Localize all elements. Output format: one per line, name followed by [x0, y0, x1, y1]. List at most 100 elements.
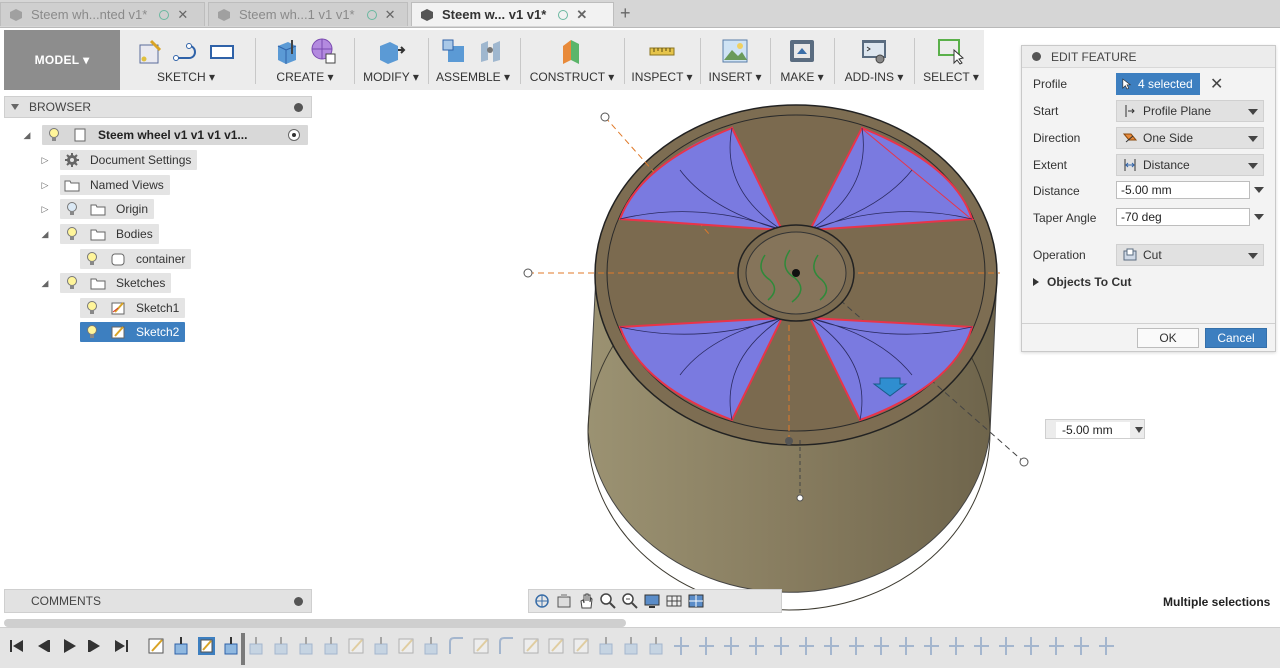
- distance-manipulator-input[interactable]: -5.00 mm: [1045, 419, 1145, 439]
- bodies-node[interactable]: Bodies: [60, 224, 159, 244]
- tree-item-named-views[interactable]: ▷ Named Views: [40, 175, 170, 195]
- grid-settings-icon[interactable]: [665, 592, 683, 610]
- direction-dropdown[interactable]: One Side: [1116, 127, 1264, 149]
- grip-point[interactable]: [796, 494, 804, 502]
- distance-manipulator-value[interactable]: -5.00 mm: [1056, 422, 1130, 438]
- pan-hand-icon[interactable]: [577, 592, 595, 610]
- make-group[interactable]: MAKE ▾: [774, 30, 830, 90]
- new-component-icon[interactable]: [440, 36, 470, 66]
- play-icon[interactable]: [60, 637, 78, 655]
- chevron-down-icon[interactable]: [1254, 214, 1264, 220]
- collapse-arrow-icon[interactable]: ◢: [40, 229, 50, 239]
- edit-feature-header[interactable]: EDIT FEATURE: [1022, 46, 1275, 68]
- timeline-extrude-icon[interactable]: [273, 636, 290, 656]
- timeline-move-icon[interactable]: [973, 636, 990, 656]
- distance-input[interactable]: -5.00 mm: [1116, 181, 1250, 199]
- chevron-down-icon[interactable]: [1254, 187, 1264, 193]
- timeline-extrude-icon[interactable]: [648, 636, 665, 656]
- expand-arrow-icon[interactable]: ▷: [40, 180, 50, 190]
- comments-panel-header[interactable]: COMMENTS: [4, 589, 312, 613]
- timeline-extrude-icon[interactable]: [423, 636, 440, 656]
- timeline-extrude-icon[interactable]: [248, 636, 265, 656]
- operation-dropdown[interactable]: Cut: [1116, 244, 1264, 266]
- timeline-fillet-icon[interactable]: [498, 636, 515, 656]
- timeline-move-icon[interactable]: [1073, 636, 1090, 656]
- timeline-move-icon[interactable]: [823, 636, 840, 656]
- visibility-bulb-icon[interactable]: [84, 324, 100, 340]
- horizontal-scrollbar[interactable]: [4, 619, 626, 627]
- profile-selection-button[interactable]: 4 selected: [1116, 73, 1200, 95]
- timeline-extrude-icon[interactable]: [623, 636, 640, 656]
- clear-selection-icon[interactable]: ✕: [1210, 74, 1223, 94]
- dialog-collapse-icon[interactable]: [1032, 52, 1041, 61]
- visibility-bulb-icon[interactable]: [84, 251, 100, 267]
- tree-root-row[interactable]: ◢ Steem wheel v1 v1 v1 v1...: [22, 125, 308, 145]
- select-group[interactable]: SELECT ▾: [918, 30, 984, 90]
- timeline-marker[interactable]: [241, 633, 245, 665]
- collapse-triangle-icon[interactable]: [11, 104, 19, 110]
- objects-to-cut-section[interactable]: Objects To Cut: [1033, 275, 1131, 289]
- insert-image-icon[interactable]: [720, 36, 750, 66]
- timeline-move-icon[interactable]: [948, 636, 965, 656]
- timeline-move-icon[interactable]: [698, 636, 715, 656]
- document-tab-3[interactable]: Steem w... v1 v1* ✕: [411, 2, 614, 26]
- visibility-bulb-icon[interactable]: [64, 201, 80, 217]
- timeline-sketch-icon[interactable]: [523, 636, 540, 656]
- close-tab-icon[interactable]: ✕: [177, 7, 188, 23]
- timeline-move-icon[interactable]: [898, 636, 915, 656]
- origin-point[interactable]: [792, 269, 800, 277]
- new-tab-button[interactable]: +: [620, 3, 631, 24]
- inspect-group[interactable]: INSPECT ▾: [628, 30, 696, 90]
- timeline-move-icon[interactable]: [723, 636, 740, 656]
- grip-point[interactable]: [1019, 457, 1029, 467]
- visibility-bulb-icon[interactable]: [64, 226, 80, 242]
- display-settings-icon[interactable]: [643, 592, 661, 610]
- chevron-down-icon[interactable]: [1135, 427, 1143, 433]
- line-icon[interactable]: [171, 36, 201, 66]
- step-forward-icon[interactable]: [86, 637, 104, 655]
- collapse-arrow-icon[interactable]: ◢: [22, 130, 32, 140]
- tree-item-container[interactable]: container: [78, 249, 192, 269]
- close-tab-icon[interactable]: ✕: [385, 7, 396, 23]
- scripts-icon[interactable]: [859, 36, 889, 66]
- joint-icon[interactable]: [476, 36, 506, 66]
- workspace-switcher[interactable]: MODEL ▾: [4, 30, 120, 90]
- select-icon[interactable]: [936, 36, 966, 66]
- timeline-move-icon[interactable]: [748, 636, 765, 656]
- timeline-sketch-icon[interactable]: [573, 636, 590, 656]
- timeline-sketch-icon[interactable]: [148, 636, 165, 656]
- create-sketch-icon[interactable]: [135, 36, 165, 66]
- timeline-sketch-icon[interactable]: [548, 636, 565, 656]
- visibility-bulb-icon[interactable]: [46, 127, 62, 143]
- offset-plane-icon[interactable]: [557, 36, 587, 66]
- timeline-move-icon[interactable]: [848, 636, 865, 656]
- panel-toggle-icon[interactable]: [294, 103, 303, 112]
- add-comment-icon[interactable]: [294, 597, 303, 606]
- grip-point[interactable]: [600, 112, 610, 122]
- tree-root-node[interactable]: Steem wheel v1 v1 v1 v1...: [42, 125, 308, 145]
- 3d-print-icon[interactable]: [787, 36, 817, 66]
- sketch2-node[interactable]: Sketch2: [80, 322, 186, 342]
- viewports-icon[interactable]: [687, 592, 705, 610]
- taper-angle-input[interactable]: -70 deg: [1116, 208, 1250, 226]
- timeline-fillet-icon[interactable]: [448, 636, 465, 656]
- timeline-move-icon[interactable]: [1048, 636, 1065, 656]
- timeline-extrude-icon[interactable]: [373, 636, 390, 656]
- timeline-move-icon[interactable]: [1098, 636, 1115, 656]
- extrude-icon[interactable]: [272, 36, 302, 66]
- timeline-extrude-icon[interactable]: [223, 636, 240, 656]
- container-body-node[interactable]: container: [80, 249, 192, 269]
- timeline-move-icon[interactable]: [1023, 636, 1040, 656]
- assemble-group[interactable]: ASSEMBLE ▾: [432, 30, 514, 90]
- document-tab-1[interactable]: Steem wh...nted v1* ✕: [0, 2, 205, 26]
- tree-item-sketch1[interactable]: Sketch1: [78, 298, 186, 318]
- timeline-sketch-icon[interactable]: [198, 636, 215, 656]
- tree-item-sketches[interactable]: ◢ Sketches: [40, 273, 172, 293]
- timeline-move-icon[interactable]: [798, 636, 815, 656]
- orbit-icon[interactable]: [533, 592, 551, 610]
- look-at-icon[interactable]: [555, 592, 573, 610]
- grip-point[interactable]: [523, 268, 533, 278]
- expand-arrow-icon[interactable]: ▷: [40, 155, 50, 165]
- ok-button[interactable]: OK: [1137, 328, 1199, 348]
- timeline-move-icon[interactable]: [873, 636, 890, 656]
